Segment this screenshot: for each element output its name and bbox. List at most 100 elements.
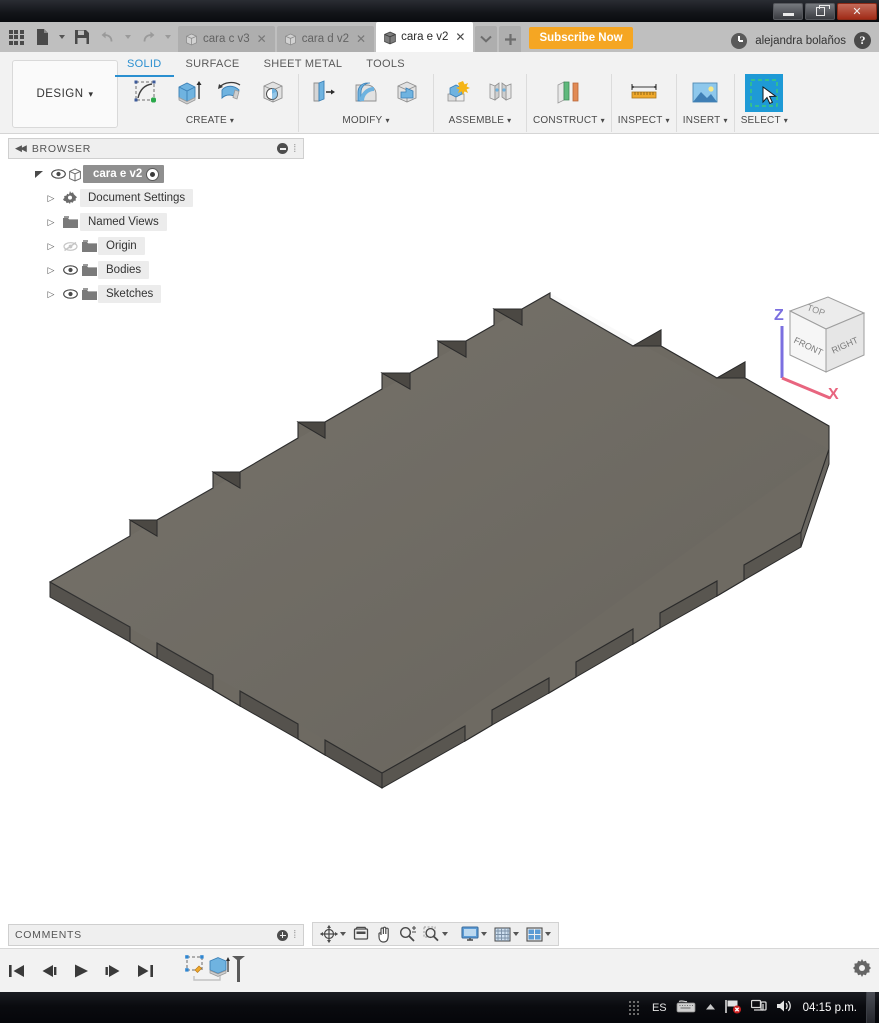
expand-arrow-icon[interactable]: ▷ (42, 217, 60, 228)
expand-arrow-icon[interactable]: ▷ (42, 193, 60, 204)
expand-arrow-icon[interactable] (30, 169, 48, 179)
revolve-icon[interactable] (212, 74, 250, 112)
browser-item-sketches[interactable]: ▷ Sketches (8, 282, 304, 306)
panel-label-assemble[interactable]: ASSEMBLE ▾ (449, 115, 512, 126)
account-area: alejandra bolaños ? (731, 32, 879, 52)
step-back-icon[interactable] (40, 963, 58, 979)
workspace-switcher[interactable]: DESIGN ▾ (12, 60, 118, 128)
browser-item-bodies[interactable]: ▷ Bodies (8, 258, 304, 282)
window-restore-button[interactable] (805, 2, 835, 20)
visible-eye-icon[interactable] (60, 265, 80, 275)
panel-label-create[interactable]: CREATE ▾ (186, 115, 234, 126)
browser-item-origin[interactable]: ▷ Origin (8, 234, 304, 258)
app-grid-icon[interactable] (4, 25, 28, 49)
add-comment-icon[interactable] (277, 929, 289, 941)
save-icon[interactable] (70, 25, 94, 49)
show-hidden-icons-icon[interactable] (705, 1002, 716, 1014)
document-tab-close-icon[interactable]: ✕ (356, 32, 366, 46)
visible-eye-icon[interactable] (60, 289, 80, 299)
panel-label-insert[interactable]: INSERT ▾ (683, 115, 728, 126)
volume-icon[interactable] (776, 999, 794, 1016)
folder-icon (80, 240, 98, 252)
select-window-icon[interactable] (745, 74, 784, 112)
sweep-icon[interactable] (254, 74, 292, 112)
new-component-icon[interactable] (440, 74, 478, 112)
create-sketch-icon[interactable] (128, 74, 166, 112)
hidden-eye-icon[interactable] (60, 241, 80, 252)
show-desktop-button[interactable] (866, 992, 875, 1023)
subscribe-now-button[interactable]: Subscribe Now (529, 27, 633, 49)
browser-tree: cara e v2 ▷ Document Settings ▷ Named Vi… (8, 159, 304, 306)
file-icon[interactable] (30, 25, 54, 49)
browser-item-document-settings[interactable]: ▷ Document Settings (8, 186, 304, 210)
collapse-left-icon[interactable]: ◀◀ (15, 143, 27, 154)
chevron-down-icon[interactable] (340, 932, 346, 936)
document-tab-close-icon[interactable]: ✕ (455, 30, 465, 44)
redo-caret-icon[interactable] (162, 25, 174, 49)
window-minimize-button[interactable] (773, 2, 803, 20)
new-tab-button[interactable] (499, 26, 522, 52)
viewports-icon[interactable] (524, 923, 553, 945)
expand-arrow-icon[interactable]: ▷ (42, 265, 60, 276)
file-menu-caret-icon[interactable] (56, 25, 68, 49)
network-icon[interactable] (750, 999, 767, 1016)
tab-overflow-icon[interactable] (475, 26, 498, 52)
panel-label-select[interactable]: SELECT ▾ (741, 115, 788, 126)
undo-caret-icon[interactable] (122, 25, 134, 49)
panel-label-construct[interactable]: CONSTRUCT ▾ (533, 115, 605, 126)
look-at-icon[interactable] (351, 923, 371, 945)
window-close-button[interactable]: ✕ (837, 2, 877, 20)
zoom-window-icon[interactable] (421, 923, 450, 945)
language-indicator[interactable]: ES (652, 1002, 667, 1014)
grid-snap-icon[interactable] (492, 923, 521, 945)
document-tab-active[interactable]: cara e v2 ✕ (376, 22, 474, 52)
help-icon[interactable]: ? (854, 32, 871, 49)
chevron-down-icon[interactable] (513, 932, 519, 936)
minimize-panel-icon[interactable] (277, 143, 289, 154)
go-to-beginning-icon[interactable] (8, 963, 26, 979)
keyboard-icon[interactable] (676, 999, 696, 1016)
browser-item-named-views[interactable]: ▷ Named Views (8, 210, 304, 234)
document-tab-close-icon[interactable]: ✕ (257, 32, 267, 46)
go-to-end-icon[interactable] (136, 963, 154, 979)
view-cube[interactable]: Z X TOP FRONT RIGHT (760, 286, 870, 406)
orbit-icon[interactable] (318, 923, 348, 945)
undo-icon[interactable] (96, 25, 120, 49)
action-center-flag-icon[interactable] (724, 999, 742, 1017)
chevron-down-icon[interactable] (442, 932, 448, 936)
user-name-label[interactable]: alejandra bolaños (755, 35, 846, 47)
shell-icon[interactable] (389, 74, 427, 112)
chevron-down-icon[interactable] (545, 932, 551, 936)
insert-image-icon[interactable] (686, 74, 724, 112)
expand-arrow-icon[interactable]: ▷ (42, 241, 60, 252)
display-settings-icon[interactable] (459, 923, 489, 945)
activate-radio-icon[interactable] (146, 167, 160, 181)
panel-resize-grip[interactable]: ⁞ (293, 929, 297, 941)
comments-title: COMMENTS (15, 929, 82, 941)
chevron-down-icon[interactable] (481, 932, 487, 936)
fillet-icon[interactable] (347, 74, 385, 112)
panel-label-modify[interactable]: MODIFY ▾ (342, 115, 389, 126)
taskbar-clock[interactable]: 04:15 p.m. (803, 1002, 857, 1014)
play-icon[interactable] (72, 963, 90, 979)
joint-icon[interactable] (482, 74, 520, 112)
step-forward-icon[interactable] (104, 963, 122, 979)
redo-icon[interactable] (136, 25, 160, 49)
panel-label-inspect[interactable]: INSPECT ▾ (618, 115, 670, 126)
document-tab[interactable]: cara c v3 ✕ (178, 26, 275, 52)
job-status-clock-icon[interactable] (731, 32, 748, 49)
panel-resize-grip[interactable]: ⁞ (293, 143, 297, 155)
zoom-icon[interactable] (397, 923, 418, 945)
document-tab[interactable]: cara d v2 ✕ (276, 26, 375, 52)
visible-eye-icon[interactable] (48, 169, 68, 179)
browser-root-node[interactable]: cara e v2 (8, 162, 304, 186)
offset-plane-icon[interactable] (550, 74, 588, 112)
folder-icon (80, 288, 98, 300)
timeline-settings-gear-icon[interactable] (853, 959, 871, 982)
folder-icon (80, 264, 98, 276)
pan-icon[interactable] (374, 923, 394, 945)
extrude-icon[interactable] (170, 74, 208, 112)
measure-icon[interactable] (625, 74, 663, 112)
expand-arrow-icon[interactable]: ▷ (42, 289, 60, 300)
press-pull-icon[interactable] (305, 74, 343, 112)
